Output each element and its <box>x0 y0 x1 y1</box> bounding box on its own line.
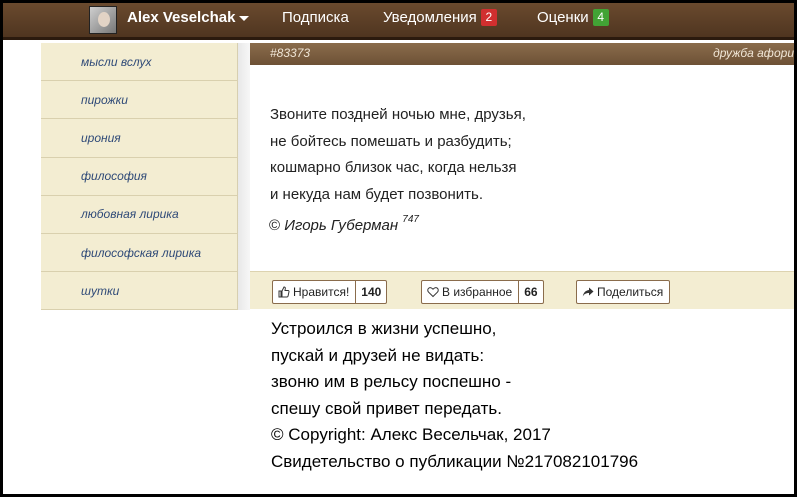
chevron-down-icon <box>239 15 250 21</box>
nav-notifications[interactable]: Уведомления 2 <box>383 9 497 26</box>
like-count: 140 <box>355 281 386 303</box>
poem-line: и некуда нам будет позвонить. <box>270 185 484 203</box>
favorite-button[interactable]: В избранное 66 <box>421 280 544 304</box>
post-tags[interactable]: дружба афори <box>713 46 794 60</box>
sidebar-item-philosophy[interactable]: философия <box>41 158 237 196</box>
sidebar-item-label: любовная лирика <box>81 207 179 222</box>
appended-line: спешу свой привет передать. <box>271 398 502 418</box>
heart-icon <box>427 287 439 298</box>
sidebar: мысли вслух пирожки ирония философия люб… <box>41 43 238 311</box>
sidebar-item-label: философская лирика <box>81 245 202 260</box>
ratings-badge: 4 <box>592 9 609 26</box>
poem-text: Звоните поздней ночью мне, друзья, не бо… <box>270 102 526 208</box>
notifications-badge: 2 <box>480 9 497 26</box>
sidebar-item-jokes[interactable]: шутки <box>41 272 237 311</box>
favorite-label: В избранное <box>442 285 513 299</box>
poem-line: кошмарно близок час, когда нельзя <box>270 159 517 176</box>
appended-certificate: Свидетельство о публикации №217082101796 <box>271 451 639 471</box>
post-id[interactable]: #83373 <box>270 46 310 60</box>
sidebar-divider <box>238 43 250 310</box>
sidebar-item-philosophical-lyrics[interactable]: философская лирика <box>41 234 237 273</box>
share-label: Поделиться <box>597 285 664 299</box>
post-action-bar: Нравится! 140 В избранное 66 Поделиться <box>250 271 794 309</box>
sidebar-item-irony[interactable]: ирония <box>41 119 237 158</box>
sidebar-item-label: пирожки <box>81 92 128 107</box>
nav-ratings-label: Оценки <box>537 9 589 26</box>
nav-subscription-label: Подписка <box>282 9 349 26</box>
share-button[interactable]: Поделиться <box>576 280 671 304</box>
appended-copyright: © Copyright: Алекс Весельчак, 2017 <box>271 425 551 444</box>
screenshot-frame: Alex Veselchak Подписка Уведомления 2 Оце… <box>3 3 794 494</box>
nav-notifications-label: Уведомления <box>383 9 477 26</box>
favorite-count: 66 <box>518 281 542 303</box>
top-navigation-bar: Alex Veselchak Подписка Уведомления 2 Оце… <box>3 3 794 40</box>
poem-line: Звоните поздней ночью мне, друзья, <box>270 106 526 123</box>
appended-line: звоню им в рельсу поспешно - <box>271 372 512 391</box>
appended-line: пускай и друзей не видать: <box>271 345 485 365</box>
poem-author: © Игорь Губерман 747 <box>269 214 419 234</box>
like-label: Нравится! <box>293 285 350 299</box>
avatar[interactable] <box>89 6 117 34</box>
nav-subscription[interactable]: Подписка <box>282 9 349 26</box>
share-arrow-icon <box>582 287 594 297</box>
sidebar-item-label: шутки <box>81 283 120 298</box>
sidebar-item-label: ирония <box>81 130 121 145</box>
user-menu[interactable]: Alex Veselchak <box>127 9 250 26</box>
sidebar-item-thoughts[interactable]: мысли вслух <box>41 43 237 82</box>
post-header: #83373 дружба афори <box>250 43 794 65</box>
appended-line: Устроился в жизни успешно, <box>271 319 497 338</box>
sidebar-item-love-lyrics[interactable]: любовная лирика <box>41 196 237 234</box>
like-button[interactable]: Нравится! 140 <box>272 280 388 304</box>
avatar-face <box>98 12 110 27</box>
thumbs-up-icon <box>278 286 290 298</box>
sidebar-item-pirozhki[interactable]: пирожки <box>41 81 237 120</box>
author-count: 747 <box>402 214 419 225</box>
poem-line: не бойтесь помешать и разбудить; <box>270 132 512 150</box>
sidebar-item-label: мысли вслух <box>81 54 152 69</box>
copyright-sign: © <box>269 217 281 234</box>
sidebar-item-label: философия <box>81 169 147 184</box>
author-link[interactable]: Игорь Губерман <box>284 217 398 234</box>
appended-poem: Устроился в жизни успешно, пускай и друз… <box>271 316 638 475</box>
user-name: Alex Veselchak <box>127 9 236 26</box>
nav-ratings[interactable]: Оценки 4 <box>537 9 609 26</box>
